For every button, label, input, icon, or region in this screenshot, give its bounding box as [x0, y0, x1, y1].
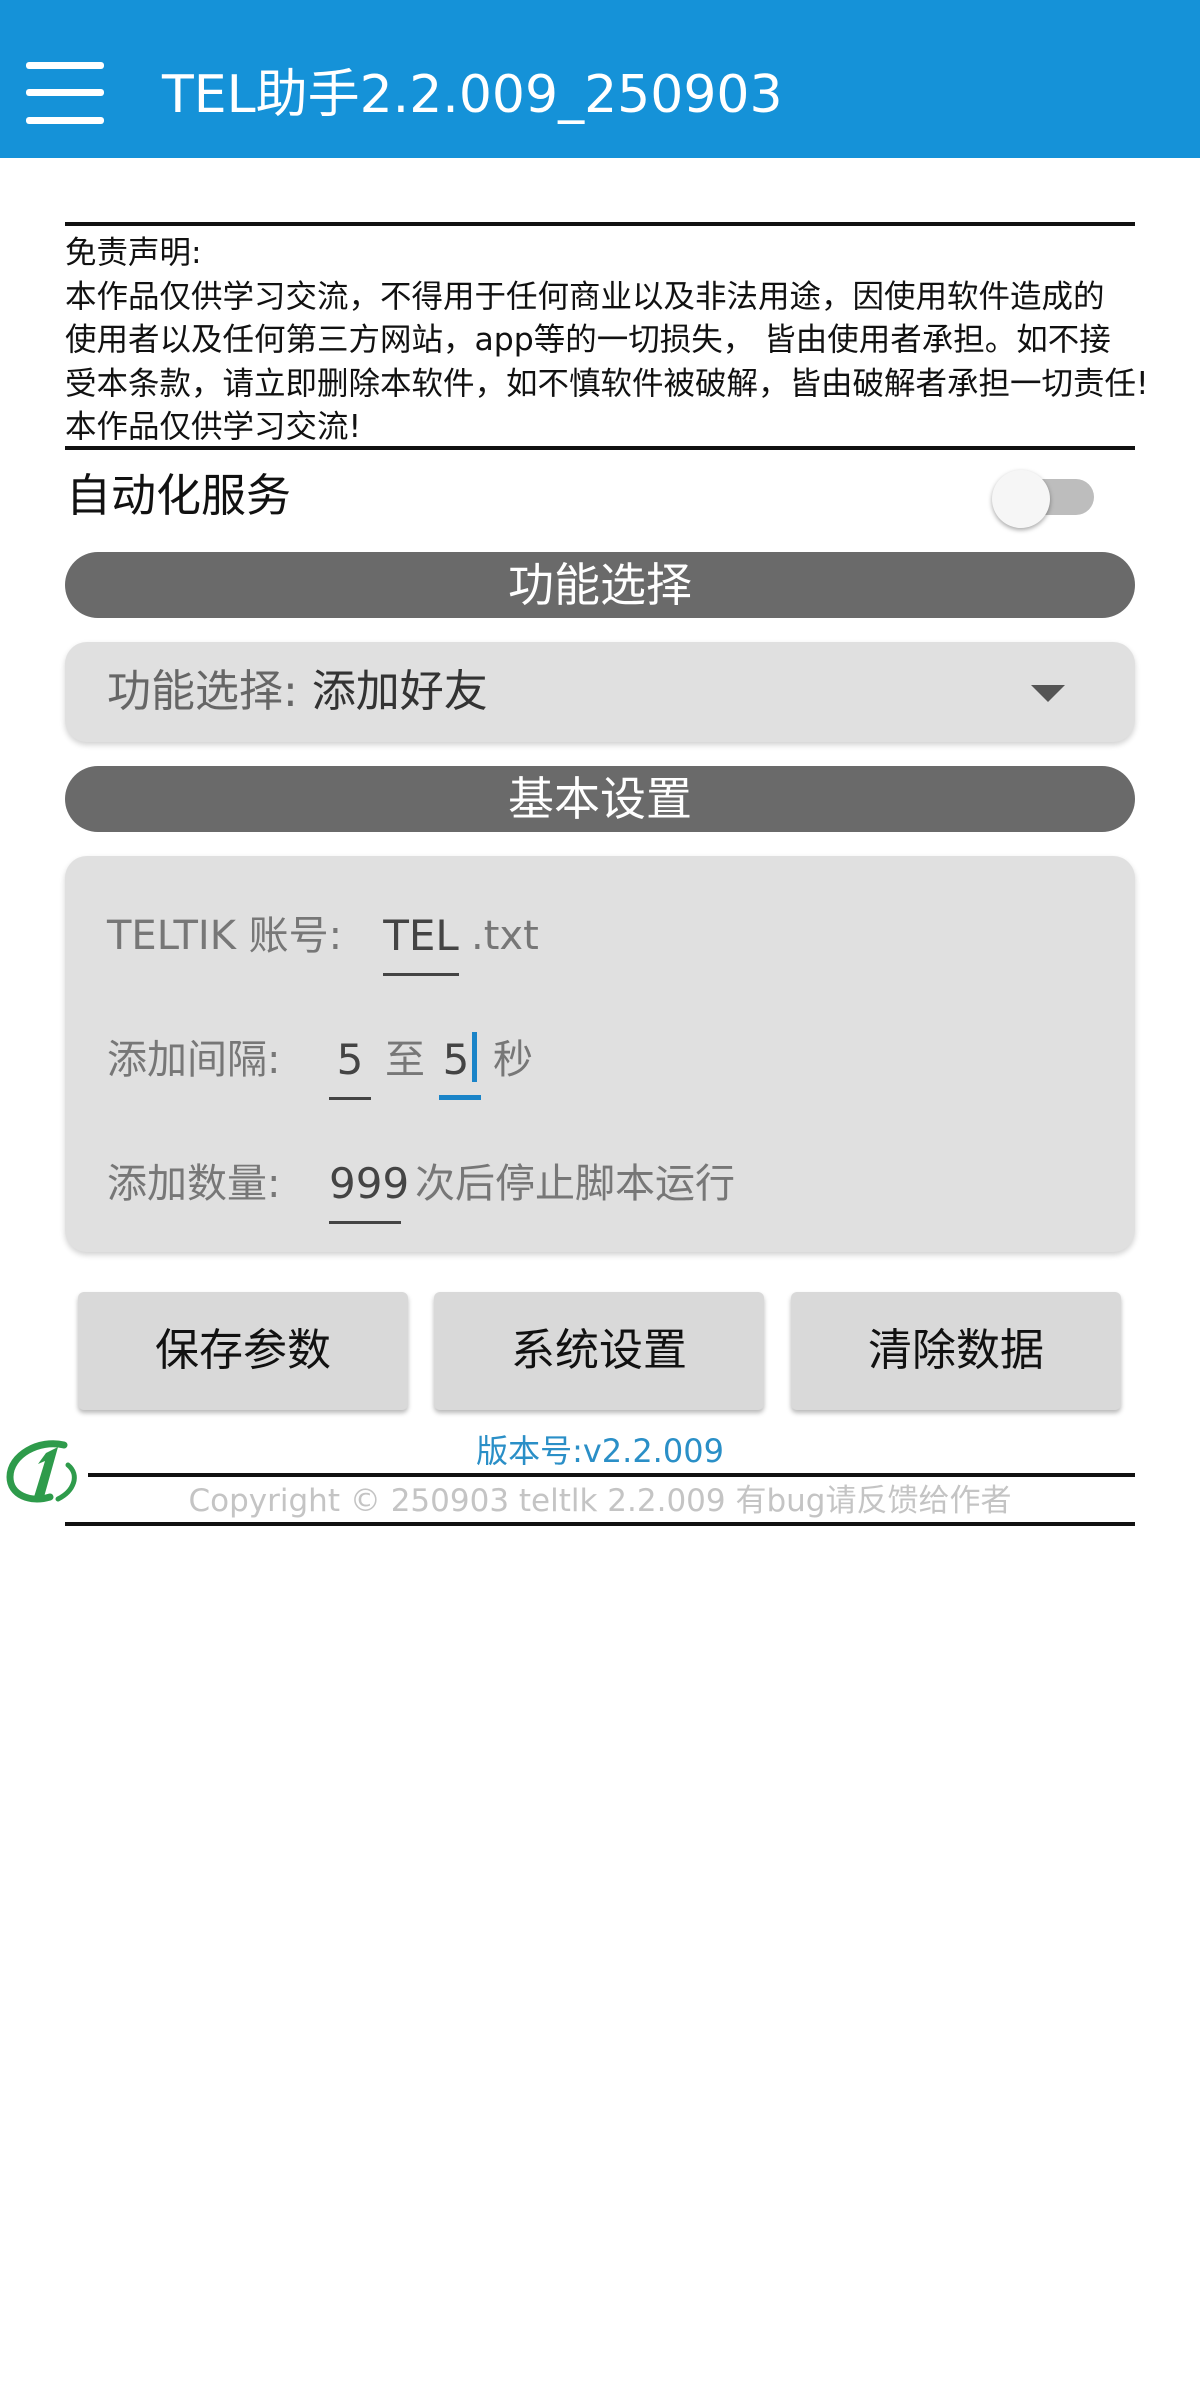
interval-to-word: 至 [385, 1037, 425, 1083]
disclaimer-text: 免责声明: 本作品仅供学习交流，不得用于任何商业以及非法用途，因使用软件造成的 … [65, 232, 1149, 450]
auto-service-label: 自动化服务 [66, 469, 292, 522]
disclaimer-top-rule [65, 222, 1135, 226]
copyright-text: Copyright © 250903 teltlk 2.2.009 有bug请反… [188, 1483, 1012, 1519]
auto-service-switch[interactable] [992, 470, 1100, 528]
count-input[interactable]: 999 [329, 1156, 409, 1224]
interval-to-value: 5 [442, 1035, 470, 1084]
disclaimer-line: 使用者以及任何第三方网站，app等的一切损失， 皆由使用者承担。如不接 [65, 322, 1111, 358]
dropdown-arrow-icon [1031, 685, 1065, 702]
function-spinner[interactable]: 功能选择: 添加好友 [65, 642, 1135, 742]
spinner-text: 功能选择: 添加好友 [107, 662, 488, 722]
count-label: 添加数量: [107, 1161, 281, 1207]
disclaimer-line: 受本条款，请立即删除本软件，如不慎软件被破解，皆由破解者承担一切责任! [65, 365, 1149, 402]
text-cursor [472, 1032, 478, 1082]
switch-thumb [992, 470, 1050, 528]
version-label: 版本号:v2.2.009 [476, 1432, 724, 1470]
footer-bottom-rule [65, 1522, 1135, 1526]
interval-to-underline [439, 1095, 481, 1100]
hamburger-menu-icon[interactable] [26, 62, 104, 124]
spinner-value: 添加好友 [311, 666, 488, 717]
count-underline [329, 1221, 401, 1224]
disclaimer-line: 本作品仅供学习交流! [65, 409, 362, 445]
interval-from-underline [329, 1097, 371, 1100]
interval-unit: 秒 [493, 1037, 533, 1083]
interval-label: 添加间隔: [107, 1037, 281, 1083]
account-label: TELTIK 账号: [107, 913, 343, 959]
save-params-button[interactable]: 保存参数 [78, 1292, 408, 1410]
interval-from-input[interactable]: 5 [329, 1032, 371, 1100]
spinner-label: 功能选择: [107, 666, 312, 717]
app-title: TEL助手2.2.009_250903 [162, 65, 783, 125]
account-value: TEL [383, 911, 459, 960]
basic-settings-card: TELTIK 账号: TEL .txt 添加间隔: 5 至 5 秒 添加数量: … [65, 856, 1135, 1252]
account-input[interactable]: TEL [383, 908, 459, 976]
account-underline [383, 973, 459, 976]
interval-from-value: 5 [336, 1035, 364, 1084]
clear-data-button[interactable]: 清除数据 [791, 1292, 1121, 1410]
account-suffix: .txt [471, 913, 539, 959]
function-section-header: 功能选择 [65, 552, 1135, 618]
system-settings-button[interactable]: 系统设置 [434, 1292, 764, 1410]
footer-top-rule [88, 1473, 1135, 1477]
count-suffix: 次后停止脚本运行 [415, 1161, 735, 1207]
interval-to-input[interactable]: 5 [439, 1032, 481, 1100]
count-value: 999 [329, 1159, 410, 1208]
disclaimer-line: 本作品仅供学习交流，不得用于任何商业以及非法用途，因使用软件造成的 [65, 278, 1105, 315]
app-bar: TEL助手2.2.009_250903 [0, 0, 1200, 158]
disclaimer-line: 免责声明: [65, 235, 202, 271]
disclaimer-bottom-rule [65, 446, 1135, 450]
basic-section-header: 基本设置 [65, 766, 1135, 832]
